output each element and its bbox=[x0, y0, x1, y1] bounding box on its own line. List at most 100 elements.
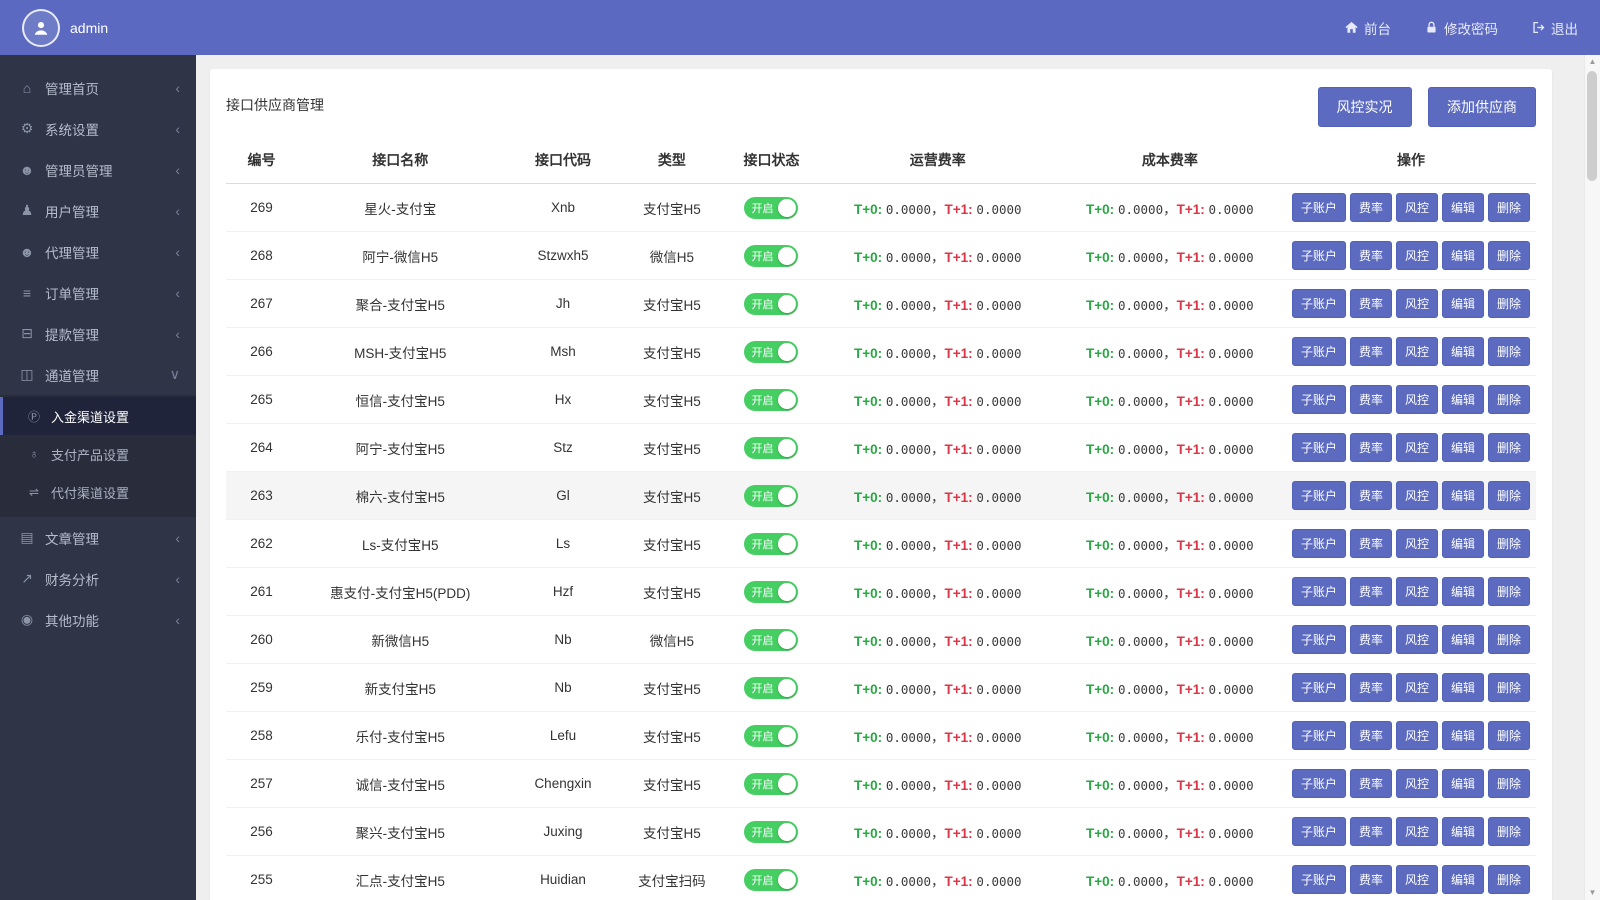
action-subaccount-button[interactable]: 子账户 bbox=[1292, 673, 1346, 702]
action-delete-button[interactable]: 删除 bbox=[1488, 337, 1530, 366]
action-risk-button[interactable]: 风控 bbox=[1396, 337, 1438, 366]
avatar[interactable] bbox=[22, 9, 60, 47]
action-edit-button[interactable]: 编辑 bbox=[1442, 721, 1484, 750]
sidebar-item-home[interactable]: ⌂管理首页‹ bbox=[0, 67, 196, 108]
action-delete-button[interactable]: 删除 bbox=[1488, 625, 1530, 654]
action-rate-button[interactable]: 费率 bbox=[1350, 721, 1392, 750]
action-delete-button[interactable]: 删除 bbox=[1488, 289, 1530, 318]
action-risk-button[interactable]: 风控 bbox=[1396, 193, 1438, 222]
sidebar-item-other[interactable]: ◉其他功能‹ bbox=[0, 599, 196, 640]
action-rate-button[interactable]: 费率 bbox=[1350, 193, 1392, 222]
action-subaccount-button[interactable]: 子账户 bbox=[1292, 865, 1346, 894]
action-risk-button[interactable]: 风控 bbox=[1396, 721, 1438, 750]
status-toggle[interactable]: 开启 bbox=[744, 821, 798, 843]
action-subaccount-button[interactable]: 子账户 bbox=[1292, 241, 1346, 270]
action-subaccount-button[interactable]: 子账户 bbox=[1292, 193, 1346, 222]
action-subaccount-button[interactable]: 子账户 bbox=[1292, 433, 1346, 462]
action-risk-button[interactable]: 风控 bbox=[1396, 529, 1438, 558]
sidebar-item-admins[interactable]: ☻管理员管理‹ bbox=[0, 149, 196, 190]
action-delete-button[interactable]: 删除 bbox=[1488, 193, 1530, 222]
action-rate-button[interactable]: 费率 bbox=[1350, 529, 1392, 558]
scroll-up-arrow[interactable]: ▲ bbox=[1585, 55, 1600, 69]
action-delete-button[interactable]: 删除 bbox=[1488, 385, 1530, 414]
action-subaccount-button[interactable]: 子账户 bbox=[1292, 529, 1346, 558]
action-risk-button[interactable]: 风控 bbox=[1396, 289, 1438, 318]
action-delete-button[interactable]: 删除 bbox=[1488, 481, 1530, 510]
action-rate-button[interactable]: 费率 bbox=[1350, 433, 1392, 462]
action-edit-button[interactable]: 编辑 bbox=[1442, 817, 1484, 846]
status-toggle[interactable]: 开启 bbox=[744, 629, 798, 651]
nav-change-password[interactable]: 修改密码 bbox=[1425, 18, 1498, 38]
action-rate-button[interactable]: 费率 bbox=[1350, 481, 1392, 510]
status-toggle[interactable]: 开启 bbox=[744, 197, 798, 219]
action-risk-button[interactable]: 风控 bbox=[1396, 433, 1438, 462]
action-rate-button[interactable]: 费率 bbox=[1350, 769, 1392, 798]
action-risk-button[interactable]: 风控 bbox=[1396, 481, 1438, 510]
action-delete-button[interactable]: 删除 bbox=[1488, 673, 1530, 702]
action-subaccount-button[interactable]: 子账户 bbox=[1292, 721, 1346, 750]
status-toggle[interactable]: 开启 bbox=[744, 677, 798, 699]
scrollbar[interactable]: ▲ ▼ bbox=[1584, 55, 1600, 900]
action-delete-button[interactable]: 删除 bbox=[1488, 241, 1530, 270]
action-edit-button[interactable]: 编辑 bbox=[1442, 337, 1484, 366]
action-delete-button[interactable]: 删除 bbox=[1488, 817, 1530, 846]
action-delete-button[interactable]: 删除 bbox=[1488, 865, 1530, 894]
action-delete-button[interactable]: 删除 bbox=[1488, 577, 1530, 606]
action-risk-button[interactable]: 风控 bbox=[1396, 625, 1438, 654]
action-edit-button[interactable]: 编辑 bbox=[1442, 529, 1484, 558]
action-edit-button[interactable]: 编辑 bbox=[1442, 625, 1484, 654]
status-toggle[interactable]: 开启 bbox=[744, 533, 798, 555]
action-rate-button[interactable]: 费率 bbox=[1350, 673, 1392, 702]
status-toggle[interactable]: 开启 bbox=[744, 245, 798, 267]
action-delete-button[interactable]: 删除 bbox=[1488, 721, 1530, 750]
sidebar-subitem-deposit-channel[interactable]: Ⓟ入金渠道设置 bbox=[0, 397, 196, 435]
action-subaccount-button[interactable]: 子账户 bbox=[1292, 289, 1346, 318]
action-subaccount-button[interactable]: 子账户 bbox=[1292, 769, 1346, 798]
sidebar-item-orders[interactable]: ≡订单管理‹ bbox=[0, 272, 196, 313]
status-toggle[interactable]: 开启 bbox=[744, 389, 798, 411]
action-edit-button[interactable]: 编辑 bbox=[1442, 865, 1484, 894]
action-delete-button[interactable]: 删除 bbox=[1488, 433, 1530, 462]
action-subaccount-button[interactable]: 子账户 bbox=[1292, 577, 1346, 606]
action-edit-button[interactable]: 编辑 bbox=[1442, 481, 1484, 510]
action-risk-button[interactable]: 风控 bbox=[1396, 577, 1438, 606]
sidebar-item-withdraw[interactable]: ⊟提款管理‹ bbox=[0, 313, 196, 354]
action-edit-button[interactable]: 编辑 bbox=[1442, 433, 1484, 462]
action-rate-button[interactable]: 费率 bbox=[1350, 241, 1392, 270]
action-subaccount-button[interactable]: 子账户 bbox=[1292, 481, 1346, 510]
action-rate-button[interactable]: 费率 bbox=[1350, 385, 1392, 414]
action-delete-button[interactable]: 删除 bbox=[1488, 529, 1530, 558]
action-subaccount-button[interactable]: 子账户 bbox=[1292, 337, 1346, 366]
action-risk-button[interactable]: 风控 bbox=[1396, 769, 1438, 798]
action-rate-button[interactable]: 费率 bbox=[1350, 337, 1392, 366]
sidebar-item-agents[interactable]: ☻代理管理‹ bbox=[0, 231, 196, 272]
status-toggle[interactable]: 开启 bbox=[744, 437, 798, 459]
nav-logout[interactable]: 退出 bbox=[1532, 18, 1578, 38]
scroll-down-arrow[interactable]: ▼ bbox=[1585, 886, 1600, 900]
sidebar-item-finance[interactable]: ↗财务分析‹ bbox=[0, 558, 196, 599]
status-toggle[interactable]: 开启 bbox=[744, 725, 798, 747]
action-edit-button[interactable]: 编辑 bbox=[1442, 769, 1484, 798]
status-toggle[interactable]: 开启 bbox=[744, 869, 798, 891]
status-toggle[interactable]: 开启 bbox=[744, 485, 798, 507]
sidebar-item-articles[interactable]: ▤文章管理‹ bbox=[0, 517, 196, 558]
action-subaccount-button[interactable]: 子账户 bbox=[1292, 385, 1346, 414]
action-risk-button[interactable]: 风控 bbox=[1396, 865, 1438, 894]
action-edit-button[interactable]: 编辑 bbox=[1442, 289, 1484, 318]
scrollbar-thumb[interactable] bbox=[1587, 71, 1597, 181]
action-edit-button[interactable]: 编辑 bbox=[1442, 193, 1484, 222]
action-risk-button[interactable]: 风控 bbox=[1396, 817, 1438, 846]
action-rate-button[interactable]: 费率 bbox=[1350, 865, 1392, 894]
action-edit-button[interactable]: 编辑 bbox=[1442, 577, 1484, 606]
status-toggle[interactable]: 开启 bbox=[744, 341, 798, 363]
risk-live-button[interactable]: 风控实况 bbox=[1318, 87, 1412, 127]
status-toggle[interactable]: 开启 bbox=[744, 293, 798, 315]
status-toggle[interactable]: 开启 bbox=[744, 773, 798, 795]
action-rate-button[interactable]: 费率 bbox=[1350, 577, 1392, 606]
action-rate-button[interactable]: 费率 bbox=[1350, 625, 1392, 654]
sidebar-subitem-pay-product[interactable]: ♁支付产品设置 bbox=[0, 435, 196, 473]
action-subaccount-button[interactable]: 子账户 bbox=[1292, 625, 1346, 654]
action-delete-button[interactable]: 删除 bbox=[1488, 769, 1530, 798]
action-rate-button[interactable]: 费率 bbox=[1350, 817, 1392, 846]
action-risk-button[interactable]: 风控 bbox=[1396, 385, 1438, 414]
